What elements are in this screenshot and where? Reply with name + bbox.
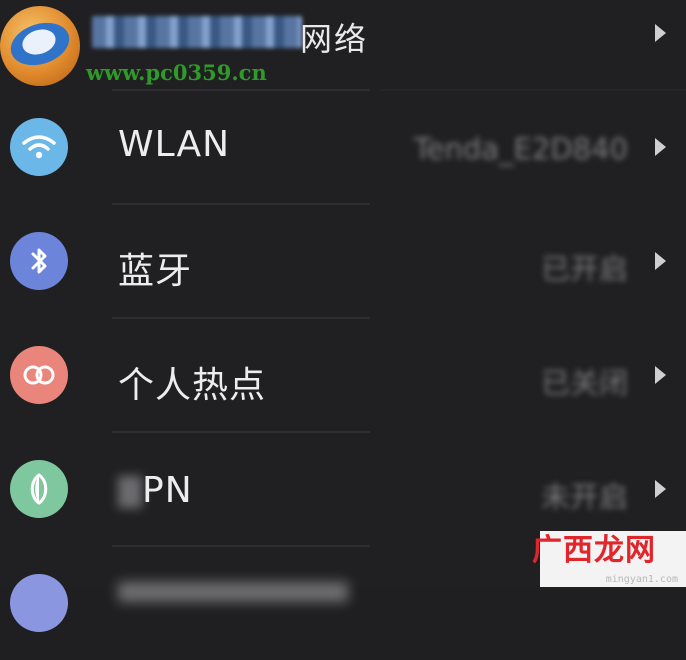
site-logo [0, 6, 80, 86]
watermark-brand-url: mingyan1.com [605, 574, 678, 585]
network-header-row[interactable]: 网络 www.pc0359.cn [0, 0, 686, 90]
wifi-icon [10, 118, 68, 176]
chevron-right-icon [655, 138, 666, 156]
bluetooth-icon [10, 232, 68, 290]
settings-item-label: PN [142, 470, 193, 511]
settings-item-icon [10, 574, 68, 632]
header-title: 网络 [300, 20, 369, 58]
settings-item-label: 个人热点 [118, 365, 267, 406]
vpn-icon [10, 460, 68, 518]
blurred-title-text [92, 16, 302, 48]
settings-item-status: 未开启 [540, 480, 628, 514]
settings-item-status: 已关闭 [540, 366, 628, 400]
settings-item-label: WLAN [118, 124, 231, 165]
chevron-right-icon [655, 480, 666, 498]
settings-item-bluetooth[interactable]: 蓝牙 已开启 [0, 204, 686, 318]
settings-item-status: Tenda_E2D840 [413, 132, 628, 166]
chevron-right-icon [655, 24, 666, 42]
settings-item-wlan[interactable]: WLAN Tenda_E2D840 [0, 90, 686, 204]
settings-screen: 网络 www.pc0359.cn WLAN Tenda_E2D840 蓝牙 已开… [0, 0, 686, 632]
watermark-site-url: www.pc0359.cn [86, 60, 267, 85]
blurred-label [118, 582, 348, 602]
settings-item-hotspot[interactable]: 个人热点 已关闭 [0, 318, 686, 432]
hotspot-icon [10, 346, 68, 404]
chevron-right-icon [655, 366, 666, 384]
blurred-text [118, 476, 142, 508]
chevron-right-icon [655, 252, 666, 270]
settings-item-label: 蓝牙 [118, 251, 193, 292]
watermark-brand: 广西龙网 [532, 533, 656, 568]
settings-item-status: 已开启 [540, 252, 628, 286]
